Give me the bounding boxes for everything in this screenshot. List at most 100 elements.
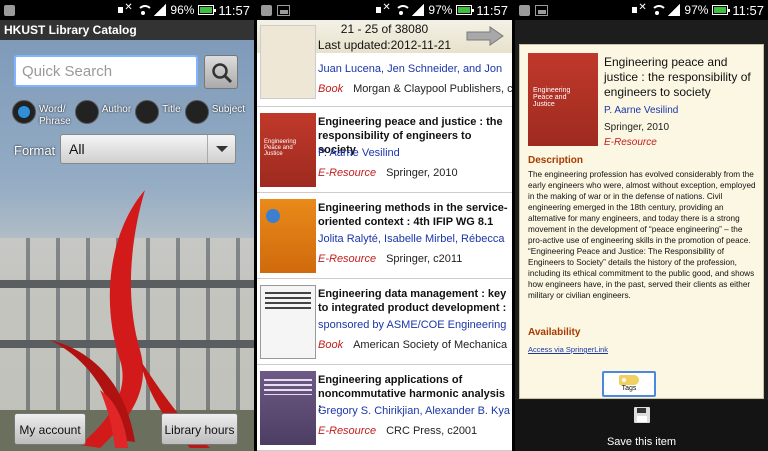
radio-button[interactable]: [135, 100, 160, 124]
item-title: Engineering data management : key to int…: [318, 288, 507, 314]
tags-button[interactable]: Tags: [602, 371, 656, 397]
cover-text: [265, 292, 311, 310]
radio-label: Word/Phrase: [39, 104, 71, 127]
book-cover: Engineering Peace and Justice: [260, 113, 316, 187]
list-item[interactable]: Engineering applications of noncommutati…: [257, 365, 512, 451]
description-heading: Description: [528, 155, 584, 166]
item-authors: Gregory S. Chirikjian, Alexander B. Kya: [318, 405, 510, 417]
book-cover: [260, 285, 316, 359]
search-type-radios: Word/Phrase Author Title Subject: [12, 100, 254, 128]
cover-text: Engineering Peace and Justice: [264, 139, 297, 157]
radio-word-phrase[interactable]: Word/Phrase: [12, 100, 71, 128]
home-screen: 96% 11:57 HKUST Library Catalog Quick Se…: [0, 0, 254, 451]
chevron-down-icon: [207, 135, 235, 163]
item-publisher: American Society of Mechanica: [353, 339, 508, 351]
item-publisher: Springer, c2011: [386, 253, 463, 265]
radio-title[interactable]: Title: [135, 100, 181, 128]
book-cover: [260, 199, 316, 273]
red-sculpture: [50, 190, 210, 448]
radio-author[interactable]: Author: [74, 100, 132, 128]
status-bar: 96% 11:57: [0, 0, 254, 20]
description-text: The engineering profession has evolved c…: [528, 170, 756, 300]
signal-icon: [412, 4, 425, 16]
mute-icon: [118, 2, 133, 16]
status-bar: 97% 11:57: [515, 0, 768, 20]
detail-screen: 97% 11:57 EngineeringPeace andJustice En…: [515, 0, 768, 451]
radio-button[interactable]: [74, 100, 99, 124]
item-publisher: Springer, 2010: [386, 167, 458, 179]
item-publisher: CRC Press, c2001: [386, 425, 478, 437]
item-detail-card: Engineering Peace and Justice Engineering …: [519, 44, 764, 399]
notification-icon: [519, 4, 530, 16]
item-authors: Jolita Ralyté, Isabelle Mirbel, Rébecca: [318, 233, 505, 245]
cover-logo: [266, 209, 280, 223]
tags-label: Tags: [621, 385, 637, 392]
battery-icon: [712, 5, 731, 15]
item-type: E-Resource: [318, 167, 377, 179]
format-value: All: [69, 141, 85, 157]
list-item[interactable]: Engineering data management : key to int…: [257, 279, 512, 365]
wifi-icon: [394, 4, 408, 16]
notification-icon: [4, 4, 15, 16]
battery-percent: 96%: [170, 3, 195, 17]
tag-icon: [619, 375, 639, 385]
book-cover: [260, 371, 316, 445]
save-item-button[interactable]: Save this item: [515, 436, 768, 448]
list-item[interactable]: Engineering methods in the service-orien…: [257, 193, 512, 279]
cover-text: Engineering Peace and Justice: [533, 87, 571, 108]
detail-type: E-Resource: [604, 137, 657, 148]
radio-label: Author: [101, 104, 132, 115]
floppy-disk-icon[interactable]: [633, 406, 651, 424]
cover-text: [264, 379, 312, 395]
signal-icon: [154, 4, 167, 16]
signal-icon: [668, 4, 681, 16]
radio-button[interactable]: [12, 100, 36, 124]
mute-icon: [376, 2, 391, 16]
item-meta: Book Morgan & Claypool Publishers, c: [318, 83, 512, 95]
item-type: E-Resource: [318, 253, 377, 265]
springerlink-link[interactable]: Access via SpringerLink: [528, 345, 608, 354]
library-hours-button[interactable]: Library hours: [161, 413, 238, 445]
item-meta: E-Resource CRC Press, c2001: [318, 425, 512, 437]
item-meta: E-Resource Springer, 2010: [318, 167, 512, 179]
format-dropdown[interactable]: All: [60, 134, 236, 164]
item-meta: Book American Society of Mechanica: [318, 339, 512, 351]
results-list: Juan Lucena, Jen Schneider, and Jon Book…: [257, 25, 512, 451]
results-screen: 97% 11:57 21 - 25 of 38080 Last updated:…: [257, 0, 512, 451]
item-publisher: Morgan & Claypool Publishers, c: [353, 83, 512, 95]
radio-button[interactable]: [184, 100, 209, 124]
item-authors: Juan Lucena, Jen Schneider, and Jon: [318, 63, 503, 75]
search-button[interactable]: [204, 55, 238, 89]
item-meta: E-Resource Springer, c2011: [318, 253, 512, 265]
battery-percent: 97%: [684, 3, 709, 17]
status-bar: 97% 11:57: [257, 0, 512, 20]
book-cover: [260, 25, 316, 99]
arrow-right-icon[interactable]: [466, 26, 504, 46]
detail-publisher: Springer, 2010: [604, 122, 670, 133]
radio-subject[interactable]: Subject: [184, 100, 245, 128]
quick-search-input[interactable]: Quick Search: [14, 55, 198, 87]
image-icon: [277, 4, 290, 16]
book-cover: Engineering Peace and Justice: [528, 53, 598, 146]
detail-author[interactable]: P. Aarne Vesilind: [604, 105, 678, 116]
image-icon: [535, 4, 548, 16]
wifi-icon: [136, 4, 150, 16]
clock: 11:57: [732, 2, 764, 18]
list-item[interactable]: Engineering Peace and Justice Engineering …: [257, 107, 512, 193]
bottom-action-bar: Save this item: [515, 400, 768, 451]
magnifier-icon: [212, 63, 233, 84]
battery-icon: [198, 5, 217, 15]
item-authors: P. Aarne Vesilind: [318, 147, 400, 159]
detail-title: Engineering peace and justice : the resp…: [604, 55, 751, 99]
format-label: Format: [14, 143, 56, 158]
battery-icon: [456, 5, 475, 15]
item-type: E-Resource: [318, 425, 377, 437]
availability-heading: Availability: [528, 327, 581, 338]
item-title: Engineering methods in the service-orien…: [318, 202, 508, 228]
clock: 11:57: [218, 2, 250, 18]
mute-icon: [632, 2, 647, 16]
item-authors: sponsored by ASME/COE Engineering: [318, 319, 507, 331]
notification-icon: [261, 4, 272, 16]
list-item[interactable]: Juan Lucena, Jen Schneider, and Jon Book…: [257, 25, 512, 107]
my-account-button[interactable]: My account: [14, 413, 86, 445]
